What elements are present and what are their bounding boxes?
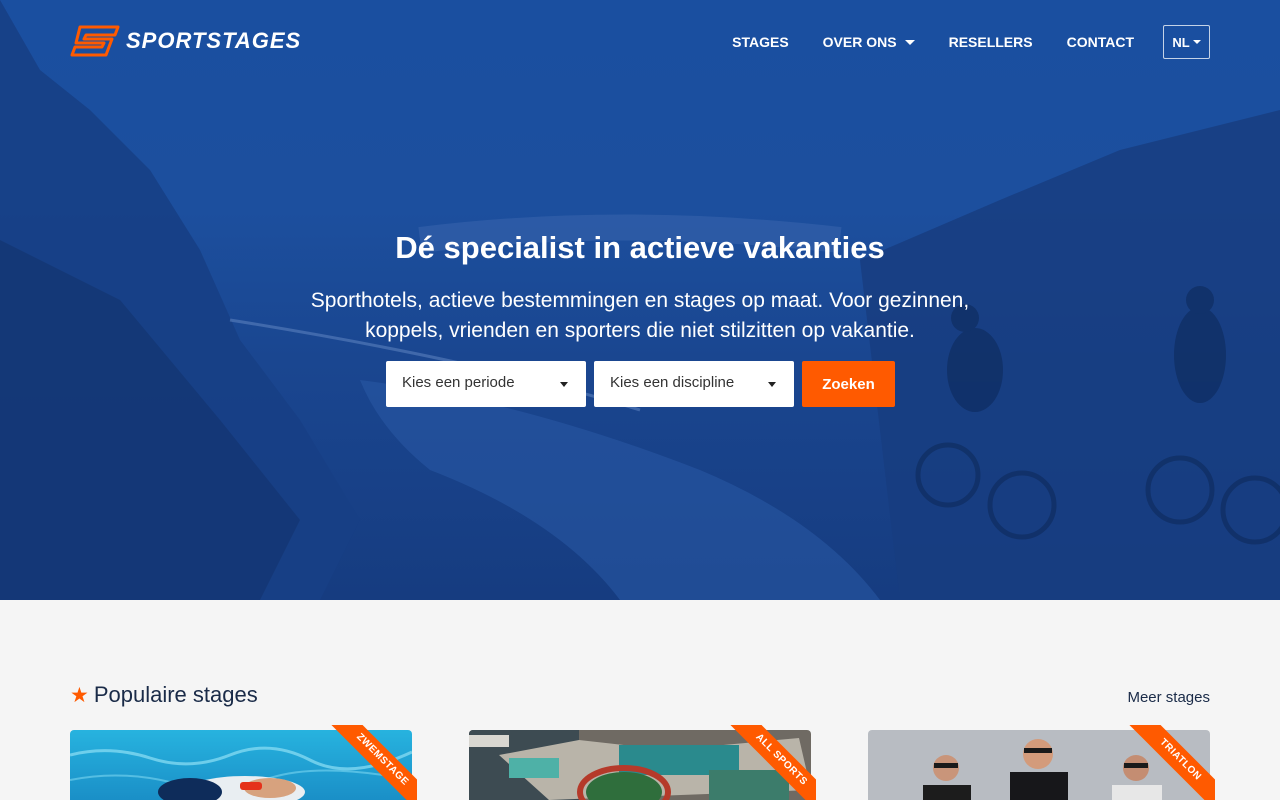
logo[interactable]: SPORTSTAGES: [70, 25, 301, 57]
card-ribbon: TRIATLON: [1125, 725, 1215, 800]
section-title: Populaire stages: [93, 682, 258, 707]
chevron-down-icon: [1192, 40, 1201, 44]
more-stages-link[interactable]: Meer stages: [1127, 689, 1210, 706]
stage-card[interactable]: TRIATLON: [868, 725, 1215, 800]
period-select[interactable]: Kies een periode: [386, 361, 586, 407]
card-ribbon: ZWEMSTAGE: [327, 725, 417, 800]
hero-title: Dé specialist in actieve vakanties: [395, 230, 885, 265]
nav-item-resellers[interactable]: RESELLERS: [949, 34, 1033, 50]
card-ribbon: ALL SPORTS: [726, 725, 816, 800]
nav-item-label: OVER ONS: [822, 34, 897, 50]
hero: SPORTSTAGES STAGES OVER ONS RESELLERS CO…: [0, 0, 1280, 600]
language-label: NL: [1172, 34, 1190, 50]
logo-text: SPORTSTAGES: [126, 28, 302, 53]
search-form: Kies een periode Kies een discipline Zoe…: [386, 361, 895, 407]
nav-item-label: STAGES: [732, 34, 789, 50]
logo-icon: [70, 25, 120, 57]
card-tag: ZWEMSTAGE: [328, 725, 417, 800]
search-button[interactable]: Zoeken: [802, 361, 895, 407]
star-icon: ★: [70, 683, 89, 707]
nav-item-over-ons[interactable]: OVER ONS: [823, 34, 915, 50]
popular-section-header: ★ Populaire stages: [70, 682, 258, 708]
stage-card[interactable]: ALL SPORTS: [469, 725, 816, 800]
chevron-down-icon: [904, 39, 915, 45]
nav-item-stages[interactable]: STAGES: [732, 34, 789, 50]
nav-item-contact[interactable]: CONTACT: [1067, 34, 1134, 50]
chevron-down-icon: [560, 382, 568, 387]
nav-item-label: CONTACT: [1066, 34, 1134, 50]
nav-item-label: RESELLERS: [948, 34, 1033, 50]
hero-subtitle: Sporthotels, actieve bestemmingen en sta…: [310, 289, 970, 342]
card-tag: ALL SPORTS: [727, 725, 816, 800]
discipline-select[interactable]: Kies een discipline: [594, 361, 794, 407]
language-selector[interactable]: NL: [1163, 25, 1210, 59]
period-select-label: Kies een periode: [402, 374, 515, 391]
chevron-down-icon: [768, 382, 776, 387]
stage-card[interactable]: ZWEMSTAGE: [70, 725, 417, 800]
main-nav: STAGES OVER ONS RESELLERS CONTACT NL: [698, 25, 1210, 59]
discipline-select-label: Kies een discipline: [610, 374, 735, 391]
card-tag: TRIATLON: [1126, 725, 1215, 800]
